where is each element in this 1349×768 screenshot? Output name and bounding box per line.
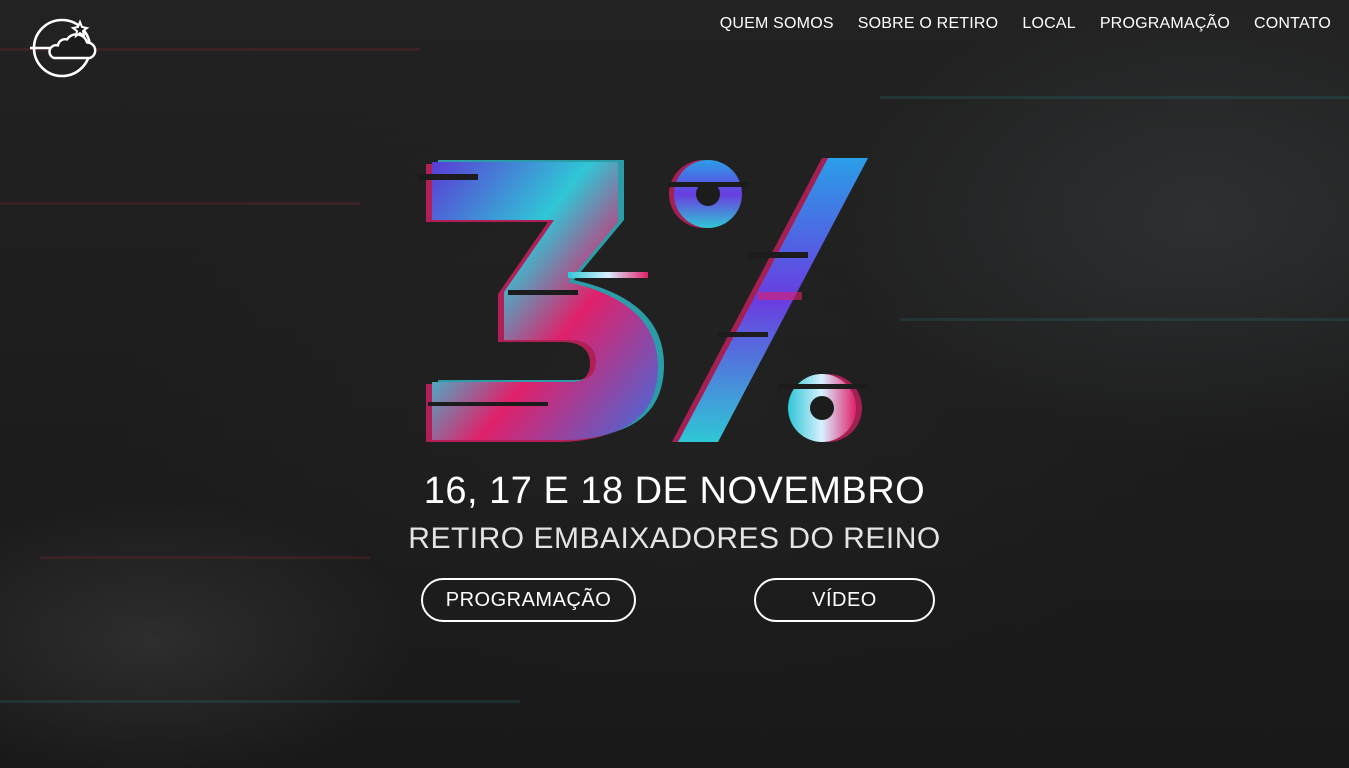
- glitch-band: [900, 318, 1349, 321]
- glyph-degree-top: [668, 160, 748, 228]
- glyph-degree-bottom: [778, 374, 868, 442]
- glitch-band: [880, 96, 1349, 99]
- nav-link-programacao[interactable]: PROGRAMAÇÃO: [1100, 14, 1230, 34]
- site-logo[interactable]: [28, 18, 104, 80]
- cloud-star-circle-icon: [30, 18, 97, 78]
- glitch-band: [0, 202, 360, 205]
- video-button[interactable]: VÍDEO: [754, 578, 935, 622]
- hero-graphic-3-percent: [418, 152, 888, 452]
- glyph-three: [418, 160, 664, 442]
- nav-link-local[interactable]: LOCAL: [1022, 14, 1075, 34]
- glitch-band: [0, 700, 520, 703]
- nav-link-contato[interactable]: CONTATO: [1254, 14, 1331, 34]
- programacao-button[interactable]: PROGRAMAÇÃO: [421, 578, 636, 622]
- event-subtitle: RETIRO EMBAIXADORES DO REINO: [408, 522, 941, 555]
- main-nav: QUEM SOMOS SOBRE O RETIRO LOCAL PROGRAMA…: [720, 14, 1331, 34]
- nav-link-sobre-o-retiro[interactable]: SOBRE O RETIRO: [858, 14, 999, 34]
- nav-link-quem-somos[interactable]: QUEM SOMOS: [720, 14, 834, 34]
- event-dates: 16, 17 E 18 DE NOVEMBRO: [423, 470, 926, 512]
